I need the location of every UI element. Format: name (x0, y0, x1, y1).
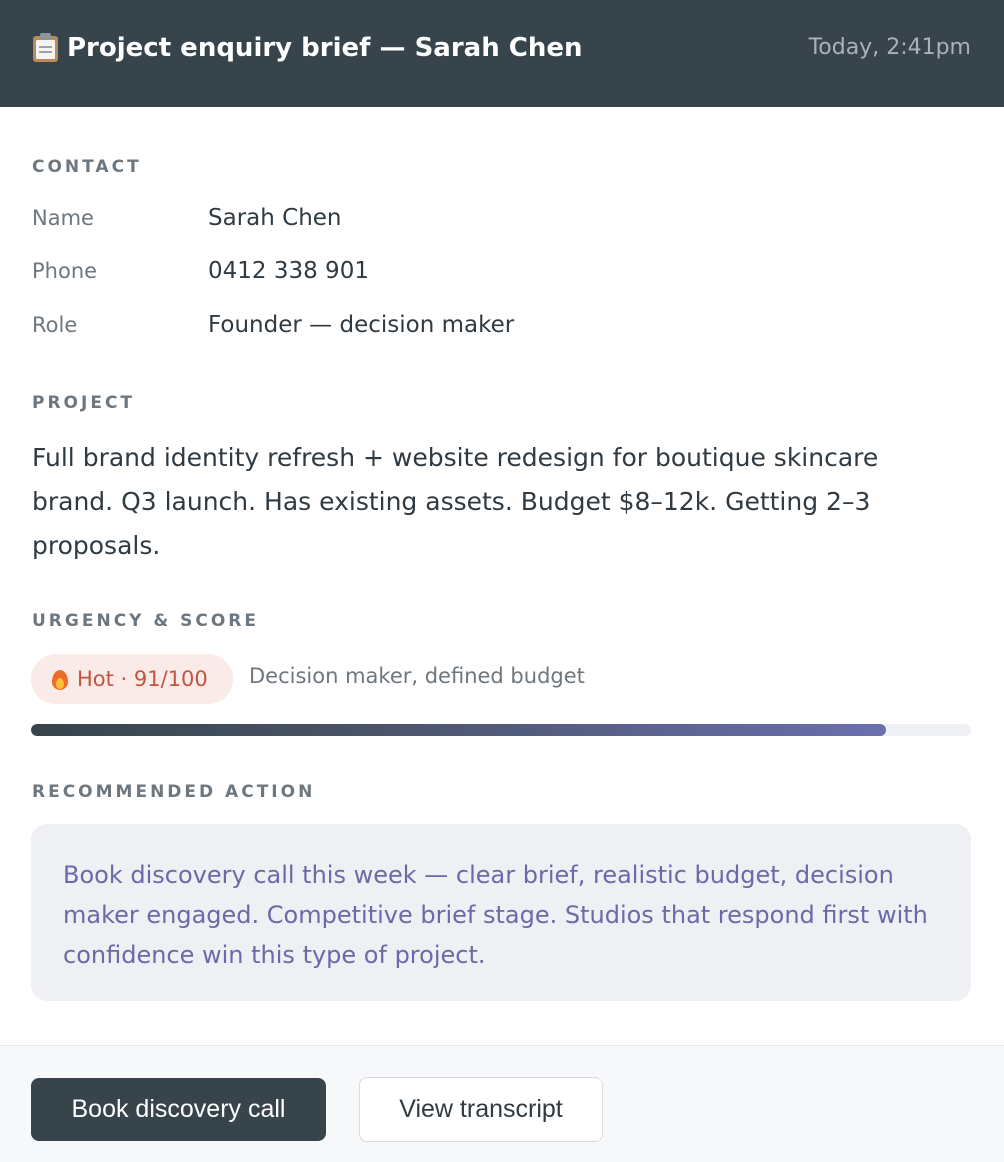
contact-role-label: Role (32, 313, 78, 337)
contact-phone-value: 0412 338 901 (208, 258, 369, 284)
urgency-section-label: URGENCY & SCORE (32, 611, 260, 631)
header-bar: Project enquiry brief — Sarah Chen Today… (0, 0, 1004, 107)
project-section-label: PROJECT (32, 393, 136, 413)
status-badge-label: Hot · 91/100 (77, 667, 208, 691)
project-description: Full brand identity refresh + website re… (32, 443, 879, 560)
contact-role-value: Founder — decision maker (208, 312, 515, 338)
contact-name-value: Sarah Chen (208, 205, 342, 231)
score-reason: Decision maker, defined budget (249, 664, 585, 688)
timestamp: Today, 2:41pm (808, 35, 971, 60)
recommendation-box: Book discovery call this week — clear br… (31, 824, 971, 1001)
status-badge: Hot · 91/100 (31, 654, 233, 704)
enquiry-brief-card: Project enquiry brief — Sarah Chen Today… (0, 0, 1004, 1162)
score-progress-fill (31, 724, 887, 736)
recommendation-section-label: RECOMMENDED ACTION (32, 782, 316, 802)
fire-icon (51, 668, 69, 690)
action-footer: Book discovery call View transcript (0, 1045, 1004, 1162)
header-title-group: Project enquiry brief — Sarah Chen (33, 33, 583, 63)
recommendation-text: Book discovery call this week — clear br… (63, 861, 928, 969)
score-progress-bar (31, 724, 971, 736)
book-discovery-call-button[interactable]: Book discovery call (31, 1078, 326, 1141)
contact-phone-label: Phone (32, 259, 98, 283)
contact-section-label: CONTACT (32, 157, 142, 177)
view-transcript-button[interactable]: View transcript (359, 1077, 603, 1142)
contact-name-label: Name (32, 206, 94, 230)
clipboard-icon (33, 33, 58, 62)
page-title: Project enquiry brief — Sarah Chen (67, 32, 583, 63)
